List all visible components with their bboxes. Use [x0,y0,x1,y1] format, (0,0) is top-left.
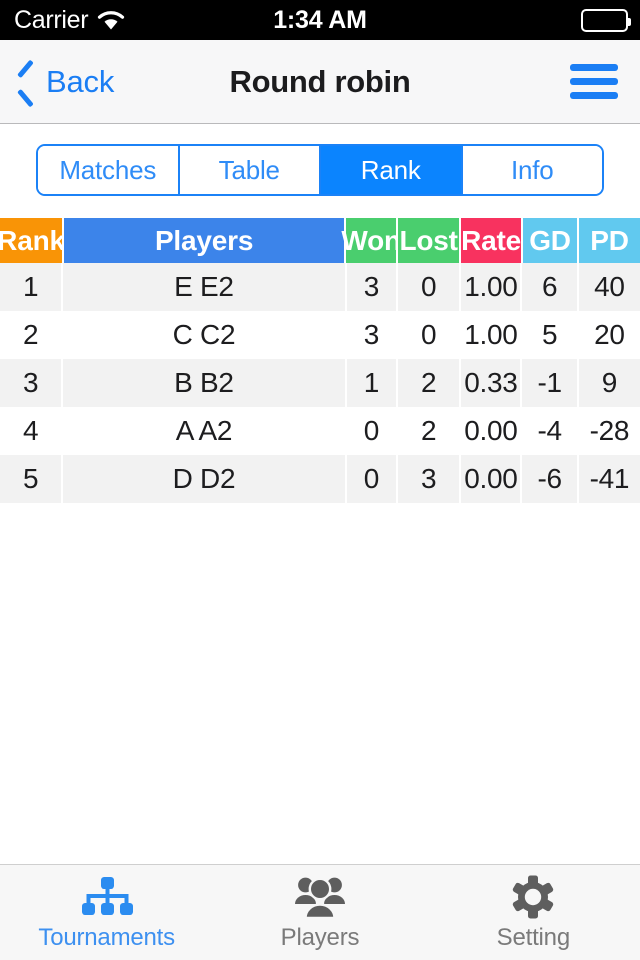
header-players: Players [64,218,345,263]
header-gd: GD [523,218,578,263]
cell-rank: 1 [0,263,62,311]
cell-rate: 0.00 [461,455,521,503]
cell-players: B B2 [63,359,345,407]
cell-lost: 2 [398,407,460,455]
hamburger-menu-icon[interactable] [570,40,618,123]
tab-bar-label-tournaments: Tournaments [38,923,175,951]
app-screen: Carrier 1:34 AM Back Round robin Matches [0,0,640,960]
page-title: Round robin [229,63,411,99]
people-group-icon [294,874,346,920]
cell-won: 3 [346,263,397,311]
tab-info[interactable]: Info [462,146,602,194]
cell-lost: 0 [398,311,460,359]
cell-pd: -41 [578,455,640,503]
table-header-row: Rank Players Won Lost Rate GD PD [0,218,640,263]
cell-players: C C2 [63,311,345,359]
gear-icon [511,874,555,920]
cell-won: 1 [346,359,397,407]
status-bar: Carrier 1:34 AM [0,0,640,40]
tab-bar-item-tournaments[interactable]: Tournaments [0,865,213,960]
tab-bar-item-players[interactable]: Players [213,865,426,960]
cell-players: D D2 [63,455,345,503]
menu-bar-2 [570,78,618,85]
cell-won: 0 [346,407,397,455]
cell-pd: 9 [578,359,640,407]
tab-bar-item-setting[interactable]: Setting [427,865,640,960]
table-row[interactable]: 3 B B2 1 2 0.33 -1 9 [0,359,640,407]
rank-table: Rank Players Won Lost Rate GD PD 1 E E2 … [0,218,640,503]
main-content: Matches Table Rank Info Rank Players Won… [0,124,640,864]
cell-lost: 0 [398,263,460,311]
cell-gd: -6 [522,455,577,503]
cell-rate: 0.00 [461,407,521,455]
header-rate: Rate [461,218,521,263]
cell-rate: 1.00 [461,311,521,359]
battery-icon [581,8,631,32]
segmented-control-wrapper: Matches Table Rank Info [0,124,640,196]
cell-rank: 4 [0,407,62,455]
tab-rank[interactable]: Rank [321,146,463,194]
cell-pd: 20 [578,311,640,359]
cell-lost: 2 [398,359,460,407]
status-bar-time: 1:34 AM [273,5,367,34]
table-row[interactable]: 4 A A2 0 2 0.00 -4 -28 [0,407,640,455]
cell-gd: 6 [522,263,577,311]
tab-bar-label-setting: Setting [496,923,571,951]
tab-bar-label-players: Players [280,923,360,951]
cell-won: 0 [346,455,397,503]
tab-table[interactable]: Table [179,146,321,194]
cell-gd: 5 [522,311,577,359]
cell-players: A A2 [63,407,345,455]
cell-rank: 2 [0,311,62,359]
header-rank: Rank [0,218,65,263]
menu-bar-1 [570,64,618,71]
table-row[interactable]: 2 C C2 3 0 1.00 5 20 [0,311,640,359]
cell-rank: 5 [0,455,62,503]
cell-pd: -28 [578,407,640,455]
segmented-control[interactable]: Matches Table Rank Info [36,144,604,196]
status-bar-right [581,0,631,40]
cell-rank: 3 [0,359,62,407]
header-lost: Lost [398,218,460,263]
tab-bar: Tournaments Players Setting [0,864,640,960]
cell-gd: -1 [522,359,577,407]
cell-pd: 40 [578,263,640,311]
tab-matches[interactable]: Matches [38,146,180,194]
header-won: Won [341,218,401,263]
menu-bar-3 [570,92,618,99]
cell-gd: -4 [522,407,577,455]
header-pd: PD [579,218,640,263]
table-row[interactable]: 1 E E2 3 0 1.00 6 40 [0,263,640,311]
cell-won: 3 [346,311,397,359]
cell-lost: 3 [398,455,460,503]
table-row[interactable]: 5 D D2 0 3 0.00 -6 -41 [0,455,640,503]
cell-rate: 1.00 [461,263,521,311]
navigation-bar: Back Round robin [0,40,640,124]
cell-players: E E2 [63,263,345,311]
org-chart-icon [81,874,133,920]
cell-rate: 0.33 [461,359,521,407]
